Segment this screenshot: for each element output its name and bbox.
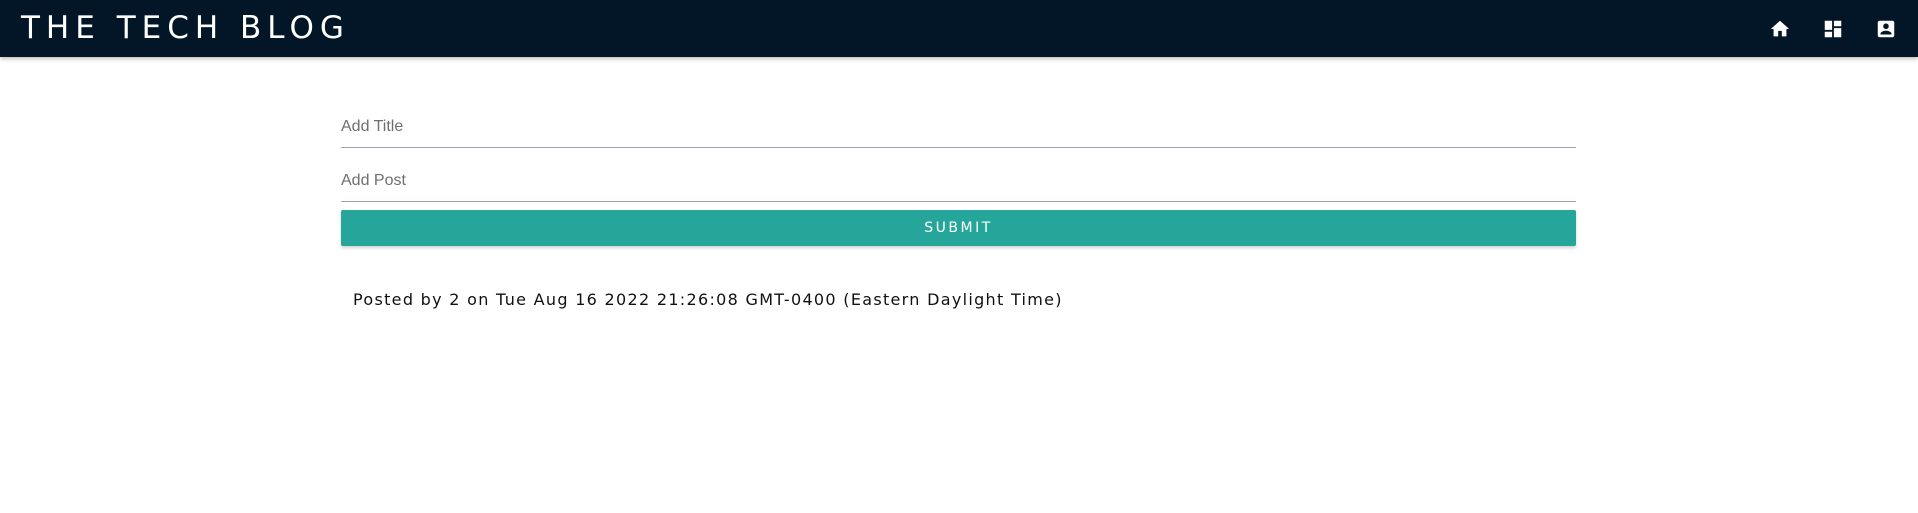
site-brand[interactable]: THE TECH BLOG [21, 10, 350, 46]
home-icon[interactable] [1768, 17, 1792, 41]
title-input[interactable] [341, 107, 1576, 147]
title-field-wrapper [341, 107, 1576, 148]
post-field-wrapper [341, 161, 1576, 202]
new-post-form: SUBMIT [341, 107, 1576, 246]
post-meta-text: Posted by 2 on Tue Aug 16 2022 21:26:08 … [353, 290, 1063, 309]
account-box-icon[interactable] [1874, 17, 1898, 41]
nav-icon-group [1768, 0, 1918, 57]
submit-button[interactable]: SUBMIT [341, 210, 1576, 246]
post-input[interactable] [341, 161, 1576, 201]
dashboard-icon[interactable] [1821, 17, 1845, 41]
top-navbar: THE TECH BLOG [0, 0, 1918, 57]
